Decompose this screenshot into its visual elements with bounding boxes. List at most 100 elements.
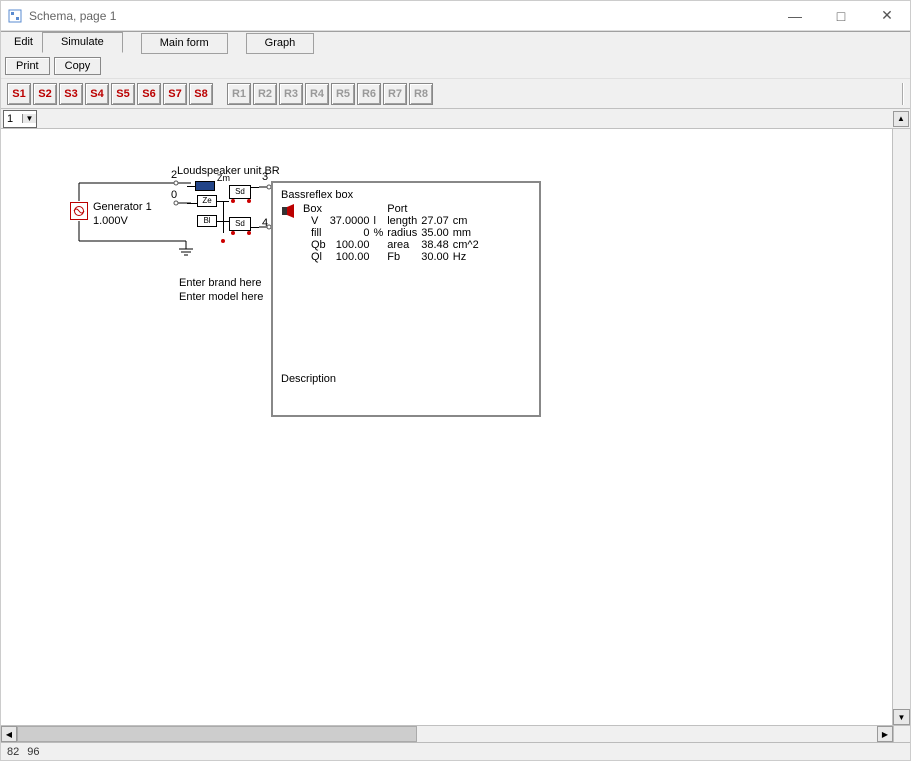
ls-dot-1 — [231, 199, 235, 203]
ls-bl-box: Bl — [197, 215, 217, 227]
length-unit: cm — [453, 215, 483, 227]
close-button[interactable]: ✕ — [864, 1, 910, 30]
generator-voltage: 1.000V — [93, 215, 128, 227]
minimize-button[interactable]: — — [772, 1, 818, 30]
radius-unit: mm — [453, 227, 483, 239]
loudspeaker-title: Loudspeaker unit BR — [177, 165, 280, 177]
window-title: Schema, page 1 — [29, 9, 772, 23]
brbox-description[interactable]: Description — [281, 373, 531, 385]
page-dropdown-value: 1 — [4, 113, 22, 125]
length-label: length — [387, 215, 421, 227]
menu-edit[interactable]: Edit — [5, 32, 42, 53]
scroll-right-button[interactable]: ▶ — [877, 726, 893, 742]
r7-button[interactable]: R7 — [383, 83, 407, 105]
app-window: Schema, page 1 — □ ✕ Edit Simulate Main … — [0, 0, 911, 761]
port-header: Port — [387, 203, 421, 215]
ls-dot-2 — [247, 199, 251, 203]
fb-value: 30.00 — [421, 251, 453, 263]
fill-label: fill — [303, 227, 330, 239]
r-button-group: R1 R2 R3 R4 R5 R6 R7 R8 — [227, 83, 433, 105]
ls-sd2-box: Sd — [229, 217, 251, 231]
s7-button[interactable]: S7 — [163, 83, 187, 105]
scroll-down-button[interactable]: ▼ — [893, 709, 910, 725]
s-button-group: S1 S2 S3 S4 S5 S6 S7 S8 — [7, 83, 213, 105]
status-x: 82 — [7, 746, 19, 758]
v-unit: l — [373, 215, 387, 227]
toolbar: Print Copy — [1, 53, 910, 79]
ql-value: 100.00 — [330, 251, 374, 263]
fb-unit: Hz — [453, 251, 483, 263]
scroll-corner — [893, 726, 910, 742]
ls-sd1-box: Sd — [229, 185, 251, 199]
ql-label: Ql — [303, 251, 330, 263]
chevron-down-icon: ▼ — [22, 114, 36, 123]
window-controls: — □ ✕ — [772, 1, 910, 30]
r8-button[interactable]: R8 — [409, 83, 433, 105]
node-0-label: 0 — [171, 189, 177, 201]
r4-button[interactable]: R4 — [305, 83, 329, 105]
v-label: V — [303, 215, 330, 227]
copy-button[interactable]: Copy — [54, 57, 102, 75]
qb-label: Qb — [303, 239, 330, 251]
vertical-scrollbar[interactable]: ▼ — [893, 129, 910, 725]
hscroll-track[interactable] — [417, 726, 877, 742]
radius-value: 35.00 — [421, 227, 453, 239]
scroll-left-button[interactable]: ◀ — [1, 726, 17, 742]
length-value: 27.07 — [421, 215, 453, 227]
horizontal-scrollbar[interactable]: ◀ ▶ — [1, 725, 910, 742]
ls-dot-4 — [247, 231, 251, 235]
area-label: area — [387, 239, 421, 251]
s6-button[interactable]: S6 — [137, 83, 161, 105]
node-2 — [174, 181, 179, 186]
titlebar: Schema, page 1 — □ ✕ — [1, 1, 910, 31]
s4-button[interactable]: S4 — [85, 83, 109, 105]
brand-placeholder[interactable]: Enter brand here — [179, 277, 262, 289]
box-header: Box — [303, 203, 330, 215]
s2-button[interactable]: S2 — [33, 83, 57, 105]
tab-simulate[interactable]: Simulate — [42, 32, 123, 53]
ls-dot-3 — [231, 231, 235, 235]
menu-bar: Edit Simulate Main form Graph — [1, 31, 910, 53]
page-dropdown[interactable]: 1 ▼ — [3, 110, 37, 128]
app-icon — [7, 8, 23, 24]
s1-button[interactable]: S1 — [7, 83, 31, 105]
r6-button[interactable]: R6 — [357, 83, 381, 105]
ls-ze-box: Ze — [197, 195, 217, 207]
r3-button[interactable]: R3 — [279, 83, 303, 105]
r1-button[interactable]: R1 — [227, 83, 251, 105]
qb-value: 100.00 — [330, 239, 374, 251]
ls-dot-5 — [221, 239, 225, 243]
sr-button-row: S1 S2 S3 S4 S5 S6 S7 S8 R1 R2 R3 R4 R5 R… — [1, 79, 910, 109]
s5-button[interactable]: S5 — [111, 83, 135, 105]
fill-unit: % — [373, 227, 387, 239]
speaker-icon — [281, 203, 297, 219]
model-placeholder[interactable]: Enter model here — [179, 291, 263, 303]
node-0 — [174, 201, 179, 206]
print-button[interactable]: Print — [5, 57, 50, 75]
r5-button[interactable]: R5 — [331, 83, 355, 105]
bassreflex-box[interactable]: Bassreflex box Box Port — [271, 181, 541, 417]
v-value: 37.0000 — [330, 215, 374, 227]
vscroll-track[interactable] — [893, 129, 910, 709]
schematic-canvas[interactable]: 2 0 3 4 Zm Generator 1 1.000V Loudspeake… — [1, 129, 893, 725]
hscroll-thumb[interactable] — [17, 726, 417, 742]
status-bar: 82 96 — [1, 742, 910, 760]
brbox-title: Bassreflex box — [281, 189, 531, 201]
area-value: 38.48 — [421, 239, 453, 251]
s8-button[interactable]: S8 — [189, 83, 213, 105]
page-selector-row: 1 ▼ ▲ — [1, 109, 910, 129]
loudspeaker-block[interactable]: Ze Bl Sd Sd — [187, 181, 267, 257]
scroll-up-button[interactable]: ▲ — [893, 111, 909, 127]
r2-button[interactable]: R2 — [253, 83, 277, 105]
ls-mass-icon — [195, 181, 215, 191]
tab-main-form[interactable]: Main form — [141, 33, 228, 54]
status-y: 96 — [27, 746, 39, 758]
toolbar-separator — [902, 83, 904, 105]
brbox-table: Box Port V 37.0000 l length 27.07 cm — [281, 203, 483, 263]
s3-button[interactable]: S3 — [59, 83, 83, 105]
canvas-wrap: 2 0 3 4 Zm Generator 1 1.000V Loudspeake… — [1, 129, 910, 725]
area-unit: cm^2 — [453, 239, 483, 251]
tab-graph[interactable]: Graph — [246, 33, 315, 54]
generator-symbol[interactable] — [70, 202, 88, 220]
maximize-button[interactable]: □ — [818, 1, 864, 30]
